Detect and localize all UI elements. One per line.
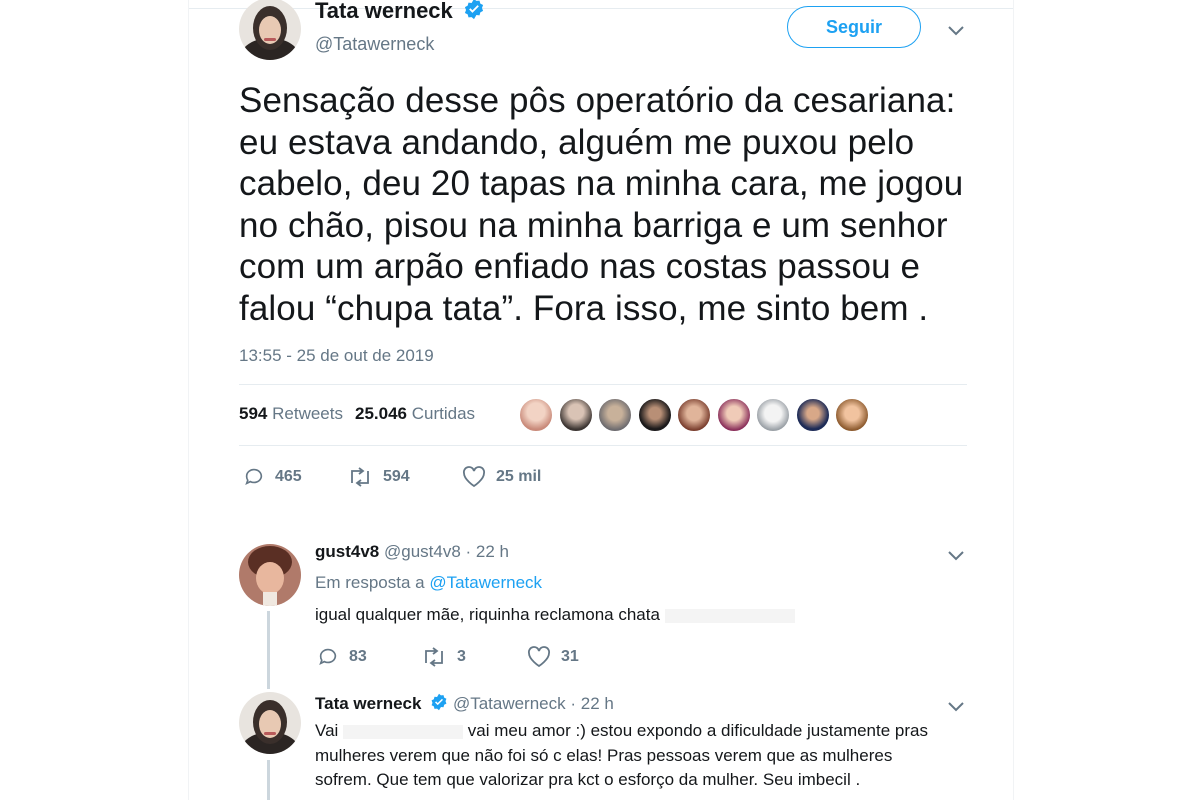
verified-badge-icon (430, 693, 448, 716)
liker-avatars (519, 398, 875, 432)
liker-avatar[interactable] (756, 398, 790, 432)
reply-text-rest: vai meu amor :) estou expondo a dificuld… (467, 721, 928, 740)
reply-header: Tata werneck @Tatawerneck · 22 h (315, 693, 614, 716)
tweet-actions: 465 594 25 mil (243, 466, 541, 488)
heart-icon (528, 646, 550, 668)
like-action[interactable]: 25 mil (462, 466, 541, 488)
redacted-text (343, 724, 464, 739)
liker-avatar[interactable] (716, 398, 751, 432)
reply-author-name[interactable]: Tata werneck (315, 694, 421, 713)
retweet-icon (351, 467, 369, 487)
liker-avatar[interactable] (558, 398, 593, 432)
liker-avatar[interactable] (835, 398, 869, 432)
reply-author-handle[interactable]: @Tatawerneck (453, 694, 566, 713)
in-reply-to-link[interactable]: @Tatawerneck (429, 573, 542, 592)
retweets-label: Retweets (272, 404, 343, 423)
reply-text-content: igual qualquer mãe, riquinha reclamona c… (315, 605, 660, 624)
reply-text-line: mulheres verem que não foi só c elas! Pr… (315, 745, 893, 765)
reply-time[interactable]: · 22 h (570, 694, 613, 713)
author-handle[interactable]: @Tatawerneck (315, 34, 434, 55)
chevron-down-icon[interactable] (946, 20, 966, 40)
reply-author-handle[interactable]: @gust4v8 (384, 542, 461, 561)
verified-badge-icon (463, 0, 485, 26)
reply-action[interactable]: 83 (317, 646, 421, 668)
in-reply-to: Em resposta a @Tatawerneck (315, 573, 542, 593)
retweet-action[interactable]: 594 (347, 466, 462, 488)
like-action[interactable]: 31 (527, 646, 579, 668)
divider (239, 384, 967, 385)
redacted-text (664, 608, 795, 623)
tweet-card: Tata werneck @Tatawerneck Seguir Sensaçã… (188, 0, 1014, 800)
tweet-text: Sensação desse pôs operatório da cesaria… (239, 81, 964, 328)
author-name-text[interactable]: Tata werneck (315, 0, 453, 23)
liker-avatar[interactable] (519, 398, 553, 432)
thread-line (267, 760, 270, 800)
reply-avatar[interactable] (239, 544, 301, 606)
reply-header: gust4v8 @gust4v8 · 22 h (315, 542, 509, 562)
reply-avatar[interactable] (239, 692, 301, 754)
likes-label: Curtidas (411, 404, 476, 423)
likes-count: 25.046 (354, 404, 407, 423)
author-avatar[interactable] (239, 0, 301, 60)
author-name[interactable]: Tata werneck (315, 0, 485, 26)
reply-icon (319, 648, 337, 666)
likes-stat[interactable]: 25.046 Curtidas (355, 404, 475, 424)
divider (239, 445, 967, 446)
retweet-count: 594 (383, 468, 410, 485)
like-count: 31 (561, 648, 579, 665)
reply-text-start: Vai (315, 721, 339, 740)
thread-line (267, 611, 270, 689)
reply-text: Vai vai meu amor :) estou expondo a difi… (315, 719, 975, 793)
retweet-icon (425, 647, 443, 667)
in-reply-prefix: Em resposta a (315, 573, 425, 592)
reply-count: 465 (275, 468, 302, 485)
liker-avatar[interactable] (795, 398, 830, 432)
chevron-down-icon[interactable] (946, 545, 966, 565)
follow-button[interactable]: Seguir (787, 6, 921, 48)
liker-avatar[interactable] (637, 398, 672, 432)
heart-icon (463, 466, 485, 488)
reply-text-line: Vai vai meu amor :) estou expondo a difi… (315, 719, 975, 744)
reply-icon (245, 468, 263, 486)
reply-author-name[interactable]: gust4v8 (315, 542, 379, 561)
reply-count: 83 (349, 648, 367, 665)
reply-action[interactable]: 465 (243, 466, 347, 488)
reply-actions: 83 3 31 (317, 646, 579, 668)
liker-avatar[interactable] (677, 398, 711, 432)
tweet-timestamp[interactable]: 13:55 - 25 de out de 2019 (239, 346, 434, 366)
retweet-action[interactable]: 3 (421, 646, 527, 668)
tweet-stats: 594 Retweets 25.046 Curtidas (239, 404, 475, 424)
like-count: 25 mil (496, 468, 542, 485)
reply-text: igual qualquer mãe, riquinha reclamona c… (315, 603, 795, 628)
retweets-stat[interactable]: 594 Retweets (239, 404, 343, 424)
chevron-down-icon[interactable] (946, 696, 966, 716)
liker-avatar[interactable] (598, 398, 632, 432)
retweet-count: 3 (457, 648, 466, 665)
reply-time[interactable]: · 22 h (466, 542, 509, 561)
reply-text-line: sofrem. Que tem que valorizar pra kct o … (315, 770, 861, 789)
retweets-count: 594 (239, 404, 268, 423)
